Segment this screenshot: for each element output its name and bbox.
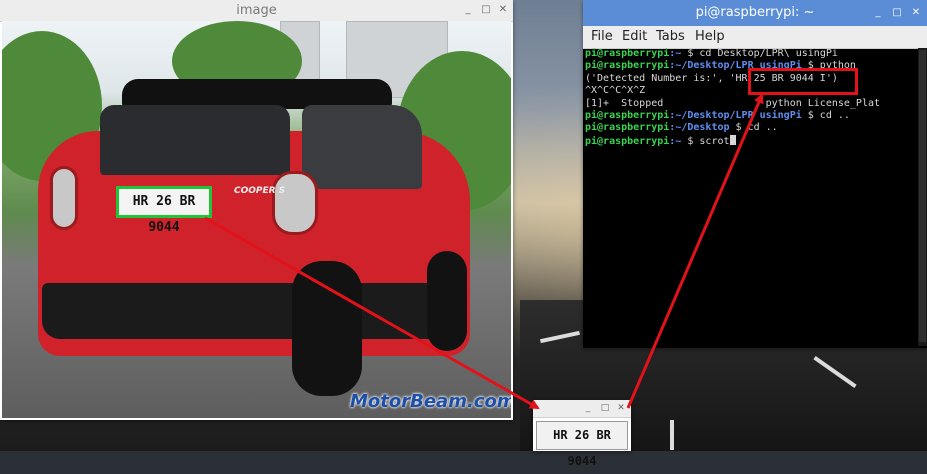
- arrow-plate-to-crop: [204, 216, 540, 410]
- arrow-crop-to-result: [626, 93, 764, 409]
- annotation-arrows: [204, 93, 764, 410]
